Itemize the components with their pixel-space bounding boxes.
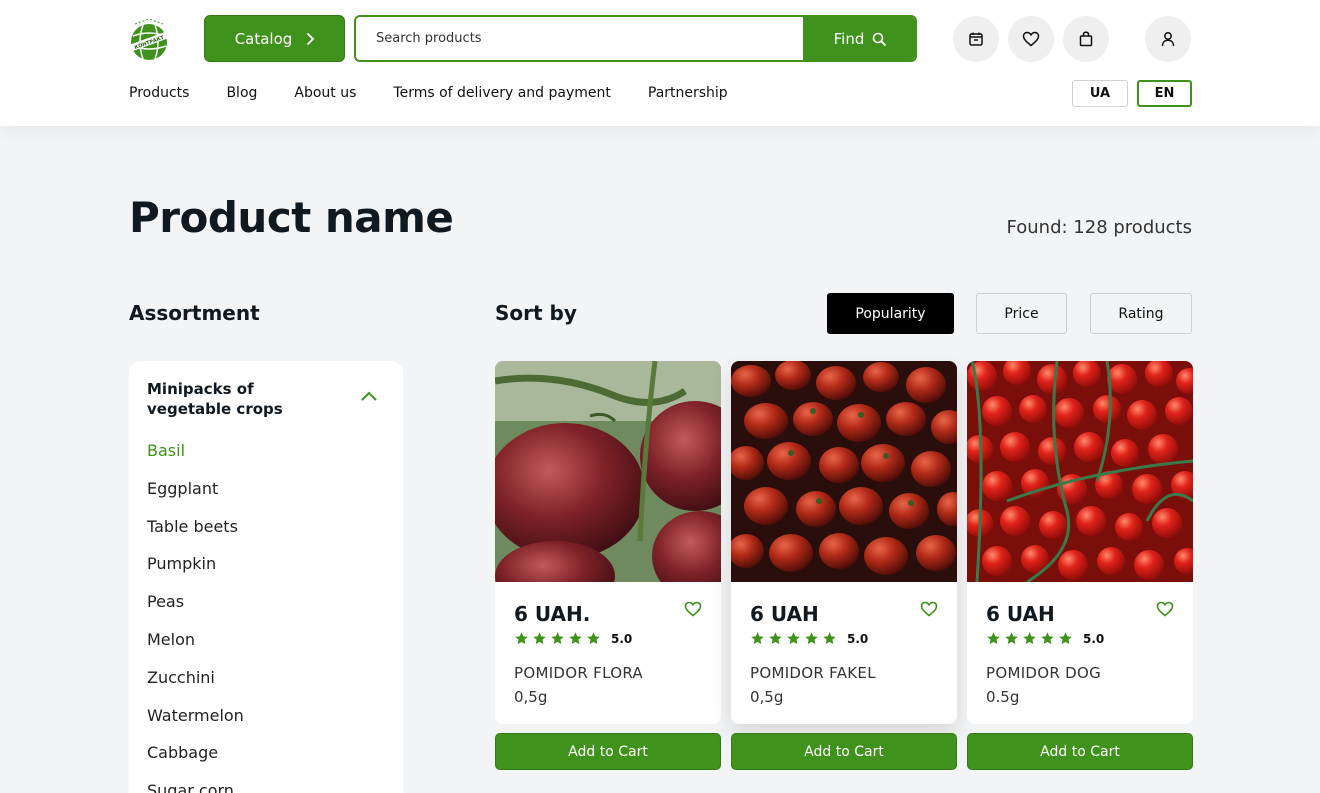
star-icon bbox=[823, 632, 836, 645]
search-icon bbox=[873, 32, 887, 46]
rating-stars: 5.0 bbox=[750, 631, 868, 646]
product-weight: 0,5g bbox=[514, 688, 548, 706]
search-input[interactable] bbox=[356, 17, 803, 60]
sort-label: Sort by bbox=[495, 301, 577, 325]
product-card[interactable]: 6 UAH. 5.0 POMIDOR FLORA 0,5g bbox=[495, 361, 721, 724]
rating-value: 5.0 bbox=[611, 631, 633, 646]
star-icons bbox=[750, 631, 837, 646]
company-logo[interactable]: КОНТРАКТ bbox=[127, 14, 171, 62]
shopping-bag-icon bbox=[1079, 31, 1093, 47]
orders-button[interactable] bbox=[953, 16, 999, 62]
found-count: Found: 128 products bbox=[1006, 217, 1192, 238]
catalog-label: Catalog bbox=[234, 29, 293, 48]
star-icons bbox=[986, 631, 1073, 646]
favorites-button[interactable] bbox=[1008, 16, 1054, 62]
find-button[interactable]: Find bbox=[803, 17, 915, 60]
product-card[interactable]: 6 UAH 5.0 POMIDOR DOG 0.5g bbox=[967, 361, 1193, 724]
star-icon bbox=[587, 632, 600, 645]
heart-icon bbox=[1022, 31, 1040, 47]
star-icon bbox=[569, 632, 582, 645]
chevron-up-icon[interactable] bbox=[361, 391, 377, 401]
sort-price-button[interactable]: Price bbox=[976, 293, 1067, 334]
category-panel: Minipacks of vegetable crops Basil Eggpl… bbox=[129, 361, 403, 793]
product-price: 6 UAH bbox=[986, 602, 1055, 626]
product-name: POMIDOR FLORA bbox=[514, 664, 643, 682]
star-icon bbox=[805, 632, 818, 645]
nav-delivery-terms[interactable]: Terms of delivery and payment bbox=[393, 85, 610, 101]
language-en-button[interactable]: EN bbox=[1137, 80, 1192, 107]
star-icon bbox=[515, 632, 528, 645]
product-image[interactable] bbox=[731, 361, 957, 582]
star-icon bbox=[751, 632, 764, 645]
rating-value: 5.0 bbox=[847, 631, 869, 646]
category-item-peas[interactable]: Peas bbox=[147, 592, 244, 630]
category-item-sugar-corn[interactable]: Sugar corn bbox=[147, 781, 244, 793]
nav-blog[interactable]: Blog bbox=[226, 85, 257, 101]
category-item-basil[interactable]: Basil bbox=[147, 441, 244, 479]
rating-value: 5.0 bbox=[1083, 631, 1105, 646]
category-item-table-beets[interactable]: Table beets bbox=[147, 517, 244, 555]
rating-stars: 5.0 bbox=[514, 631, 632, 646]
product-price: 6 UAH bbox=[750, 602, 819, 626]
nav-partnership[interactable]: Partnership bbox=[648, 85, 728, 101]
star-icon bbox=[1041, 632, 1054, 645]
cart-button[interactable] bbox=[1063, 16, 1109, 62]
rating-stars: 5.0 bbox=[986, 631, 1104, 646]
star-icon bbox=[1023, 632, 1036, 645]
star-icon bbox=[551, 632, 564, 645]
chevron-right-icon bbox=[307, 32, 315, 45]
category-item-melon[interactable]: Melon bbox=[147, 630, 244, 668]
add-to-cart-button[interactable]: Add to Cart bbox=[731, 733, 957, 770]
product-name: POMIDOR FAKEL bbox=[750, 664, 876, 682]
search-bar: Find bbox=[354, 15, 917, 62]
star-icon bbox=[769, 632, 782, 645]
site-header: КОНТРАКТ Catalog Find Products Blog Abou… bbox=[0, 0, 1320, 126]
language-ua-button[interactable]: UA bbox=[1072, 80, 1128, 107]
category-item-zucchini[interactable]: Zucchini bbox=[147, 668, 244, 706]
category-item-eggplant[interactable]: Eggplant bbox=[147, 479, 244, 517]
product-price: 6 UAH. bbox=[514, 602, 591, 626]
product-card[interactable]: 6 UAH 5.0 POMIDOR FAKEL 0,5g bbox=[731, 361, 957, 724]
category-item-pumpkin[interactable]: Pumpkin bbox=[147, 554, 244, 592]
product-weight: 0.5g bbox=[986, 688, 1020, 706]
star-icon bbox=[987, 632, 1000, 645]
calendar-box-icon bbox=[969, 32, 983, 46]
favorite-heart-icon[interactable] bbox=[920, 601, 938, 617]
star-icon bbox=[787, 632, 800, 645]
nav-products[interactable]: Products bbox=[129, 85, 189, 101]
main-nav: Products Blog About us Terms of delivery… bbox=[129, 85, 728, 101]
assortment-heading: Assortment bbox=[129, 301, 260, 325]
page-title: Product name bbox=[129, 193, 454, 242]
star-icon bbox=[533, 632, 546, 645]
catalog-button[interactable]: Catalog bbox=[204, 15, 345, 62]
sort-popularity-button[interactable]: Popularity bbox=[827, 293, 954, 334]
nav-about-us[interactable]: About us bbox=[294, 85, 356, 101]
category-title[interactable]: Minipacks of vegetable crops bbox=[147, 379, 317, 419]
category-list: Basil Eggplant Table beets Pumpkin Peas … bbox=[147, 441, 244, 793]
add-to-cart-button[interactable]: Add to Cart bbox=[967, 733, 1193, 770]
product-image[interactable] bbox=[967, 361, 1193, 582]
star-icon bbox=[1059, 632, 1072, 645]
product-weight: 0,5g bbox=[750, 688, 784, 706]
category-item-watermelon[interactable]: Watermelon bbox=[147, 706, 244, 744]
product-name: POMIDOR DOG bbox=[986, 664, 1102, 682]
account-button[interactable] bbox=[1145, 16, 1191, 62]
add-to-cart-button[interactable]: Add to Cart bbox=[495, 733, 721, 770]
favorite-heart-icon[interactable] bbox=[1156, 601, 1174, 617]
star-icon bbox=[1005, 632, 1018, 645]
find-label: Find bbox=[833, 29, 865, 48]
product-image[interactable] bbox=[495, 361, 721, 582]
favorite-heart-icon[interactable] bbox=[684, 601, 702, 617]
sort-rating-button[interactable]: Rating bbox=[1090, 293, 1192, 334]
category-item-cabbage[interactable]: Cabbage bbox=[147, 743, 244, 781]
user-icon bbox=[1161, 32, 1175, 47]
star-icons bbox=[514, 631, 601, 646]
